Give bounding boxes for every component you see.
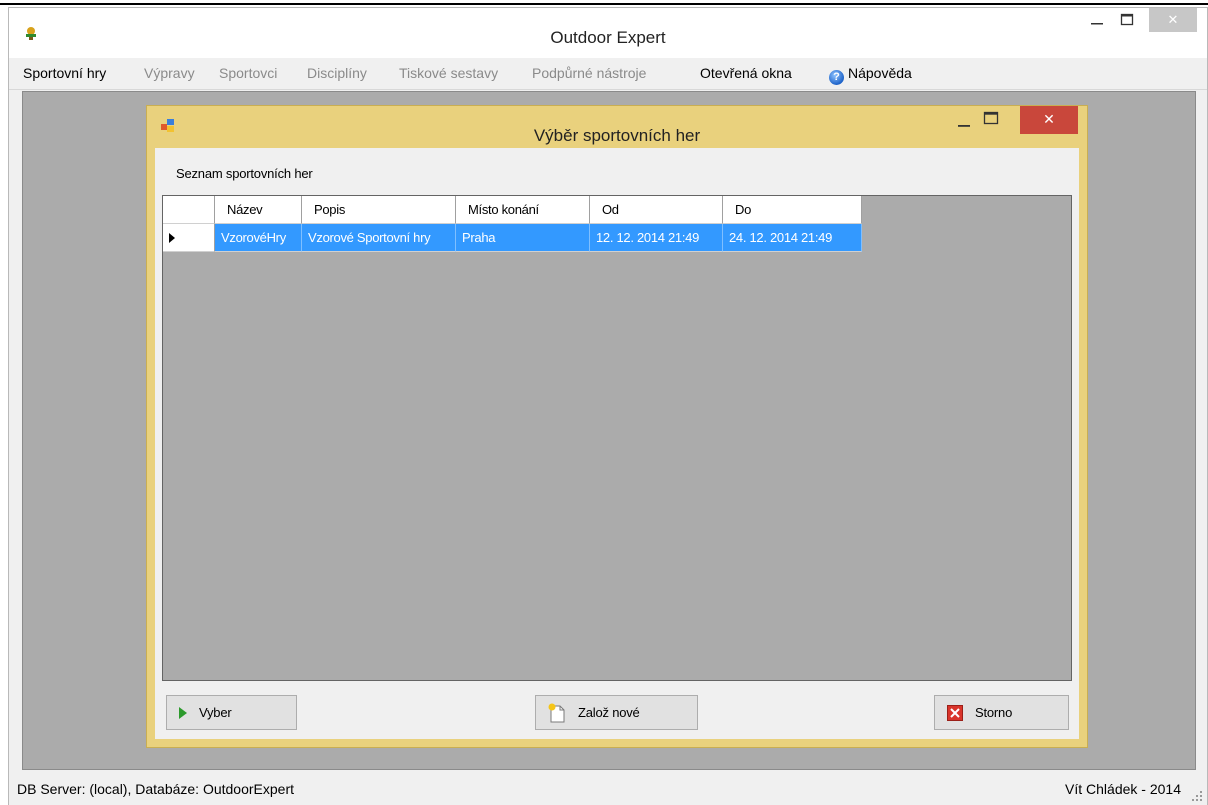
games-grid[interactable]: Název Popis Místo konání Od Do VzorovéHr… [162, 195, 1072, 681]
create-new-button-label: Založ nové [578, 705, 640, 720]
column-header-od[interactable]: Od [590, 196, 723, 224]
grid-corner-header [163, 196, 215, 224]
select-button-label: Vyber [199, 705, 232, 720]
column-header-do[interactable]: Do [723, 196, 862, 224]
current-row-arrow-icon [169, 232, 175, 243]
row-selector[interactable] [163, 224, 215, 252]
status-author: Vít Chládek - 2014 [1065, 781, 1181, 797]
status-db-info: DB Server: (local), Databáze: OutdoorExp… [17, 781, 295, 797]
column-header-nazev[interactable]: Název [215, 196, 302, 224]
new-document-icon [548, 703, 565, 722]
menu-otevrena-okna[interactable]: Otevřená okna [700, 65, 792, 81]
dialog-close-icon: ✕ [1043, 111, 1055, 127]
menu-discipliny[interactable]: Disciplíny [307, 65, 367, 81]
column-header-misto-konani[interactable]: Místo konání [456, 196, 590, 224]
cell-popis[interactable]: Vzorové Sportovní hry [302, 224, 456, 252]
select-button[interactable]: Vyber [166, 695, 297, 730]
minimize-button[interactable] [1084, 8, 1110, 32]
menu-napoveda-label: Nápověda [848, 65, 912, 81]
close-icon: ✕ [1167, 12, 1179, 27]
maximize-button[interactable] [1114, 8, 1140, 32]
dialog-maximize-icon[interactable] [981, 110, 1001, 128]
status-bar: DB Server: (local), Databáze: OutdoorExp… [9, 772, 1207, 805]
cell-nazev[interactable]: VzorovéHry [215, 224, 302, 252]
menu-napoveda[interactable]: ? Nápověda [829, 65, 912, 85]
title-bar[interactable]: Outdoor Expert ✕ [9, 8, 1207, 58]
cancel-button-label: Storno [975, 705, 1013, 720]
menu-tiskove-sestavy[interactable]: Tiskové sestavy [399, 65, 498, 81]
column-header-popis[interactable]: Popis [302, 196, 456, 224]
resize-grip-icon[interactable] [1191, 790, 1203, 802]
create-new-button[interactable]: Založ nové [535, 695, 698, 730]
cell-do[interactable]: 24. 12. 2014 21:49 [723, 224, 862, 252]
table-row[interactable]: VzorovéHry Vzorové Sportovní hry Praha 1… [163, 224, 862, 252]
menu-vypravy[interactable]: Výpravy [144, 65, 195, 81]
grid-label: Seznam sportovních her [176, 166, 313, 181]
minimize-icon [1091, 23, 1103, 25]
menu-podpurne-nastroje[interactable]: Podpůrné nástroje [532, 65, 646, 81]
dialog-close-button[interactable]: ✕ [1020, 106, 1078, 134]
close-button[interactable]: ✕ [1149, 8, 1197, 32]
dialog-title: Výběr sportovních her [533, 126, 701, 145]
help-icon: ? [829, 70, 844, 85]
cell-misto-konani[interactable]: Praha [456, 224, 590, 252]
menu-sportovni-hry[interactable]: Sportovní hry [23, 65, 106, 81]
maximize-icon [1120, 13, 1134, 26]
menu-bar: Sportovní hry Výpravy Sportovci Disciplí… [9, 58, 1207, 90]
dialog-minimize-icon[interactable] [954, 113, 974, 129]
cell-od[interactable]: 12. 12. 2014 21:49 [590, 224, 723, 252]
top-border-line [0, 3, 1208, 5]
cancel-icon [947, 704, 963, 721]
menu-sportovci[interactable]: Sportovci [219, 65, 277, 81]
game-selection-dialog: Výběr sportovních her ✕ Seznam sportovní… [146, 105, 1088, 748]
play-icon [179, 706, 187, 719]
dialog-body: Seznam sportovních her Název Popis Místo… [155, 148, 1079, 739]
grid-header-row: Název Popis Místo konání Od Do [163, 196, 862, 224]
cancel-button[interactable]: Storno [934, 695, 1069, 730]
window-title: Outdoor Expert [550, 28, 666, 47]
